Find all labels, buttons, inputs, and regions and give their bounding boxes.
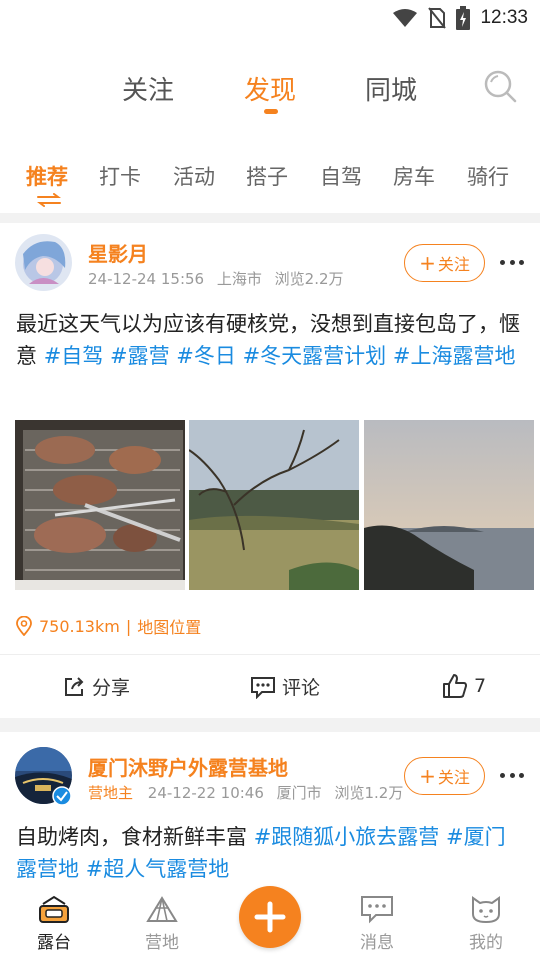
follow-label: 关注 <box>437 255 470 274</box>
follow-button[interactable]: + 关注 <box>404 244 485 282</box>
terrace-icon <box>39 895 69 923</box>
post-meta: 营地主 24-12-22 10:46 厦门市 浏览1.2万 <box>88 782 403 803</box>
author-name[interactable]: 厦门沐野户外露营基地 <box>88 752 288 781</box>
status-bar: 12:33 <box>0 0 540 36</box>
comment-icon <box>251 676 275 699</box>
sea-sunset-photo[interactable] <box>364 420 534 590</box>
tab-same-city[interactable]: 同城 <box>365 70 417 107</box>
bottom-nav: 露台 营地 消息 我的 <box>0 884 540 960</box>
thumbs-up-icon <box>443 674 467 698</box>
more-options-icon[interactable] <box>500 770 524 780</box>
map-link[interactable]: 地图位置 <box>137 614 201 638</box>
share-button[interactable]: 分享 <box>62 673 130 700</box>
post-time: 24-12-24 15:56 <box>88 270 205 288</box>
hashtag[interactable]: #冬日 <box>176 344 236 368</box>
wifi-icon <box>393 9 418 27</box>
share-label: 分享 <box>92 677 131 699</box>
nav-label: 消息 <box>360 933 394 953</box>
location-row[interactable]: 750.13km | 地图位置 <box>15 614 201 638</box>
active-tab-indicator <box>264 109 278 114</box>
nav-campsite[interactable]: 营地 <box>132 894 192 953</box>
subtab-checkin[interactable]: 打卡 <box>99 161 141 191</box>
post-text: 自助烤肉，食材新鲜丰富 #跟随狐小旅去露营 #厦门露营地 #超人气露营地 <box>16 825 506 881</box>
post-meta: 24-12-24 15:56 上海市 浏览2.2万 <box>88 268 344 289</box>
subtab-rv[interactable]: 房车 <box>393 161 435 191</box>
more-options-icon[interactable] <box>500 257 524 267</box>
hashtag[interactable]: #露营 <box>110 344 170 368</box>
avatar[interactable] <box>15 234 72 291</box>
post-views: 浏览1.2万 <box>334 784 404 802</box>
like-button[interactable]: 7 <box>442 673 486 699</box>
section-divider <box>0 718 540 732</box>
post-views: 浏览2.2万 <box>274 270 344 288</box>
grassland-tree-photo[interactable] <box>189 420 359 590</box>
post-text: 最近这天气以为应该有硬核党，没想到直接包岛了，惬意 #自驾 #露营 #冬日 #冬… <box>16 312 520 368</box>
follow-button[interactable]: + 关注 <box>404 757 485 795</box>
post-actions: 分享 评论 7 <box>0 654 540 718</box>
comment-button[interactable]: 评论 <box>250 673 320 700</box>
category-tab-bar: 推荐 打卡 活动 搭子 自驾 房车 骑行 <box>0 155 540 207</box>
comment-label: 评论 <box>282 677 321 699</box>
subtab-self-drive[interactable]: 自驾 <box>320 161 362 191</box>
follow-label: 关注 <box>437 768 470 787</box>
no-sim-icon <box>428 7 447 29</box>
author-name[interactable]: 星影月 <box>88 238 148 267</box>
nav-label: 露台 <box>37 933 71 953</box>
message-icon <box>361 896 393 924</box>
distance: 750.13km <box>39 616 120 636</box>
hashtag[interactable]: #冬天露营计划 <box>243 344 387 368</box>
publish-button[interactable] <box>239 886 301 948</box>
tab-discover[interactable]: 发现 <box>244 70 296 107</box>
status-time: 12:33 <box>480 7 528 28</box>
plus-icon <box>254 901 286 933</box>
like-count: 7 <box>474 675 487 697</box>
search-icon[interactable] <box>482 68 518 104</box>
subtab-partner[interactable]: 搭子 <box>246 161 288 191</box>
subtab-activity[interactable]: 活动 <box>173 161 215 191</box>
role-badge: 营地主 <box>88 784 134 802</box>
nav-profile[interactable]: 我的 <box>456 894 516 953</box>
subtab-cycling[interactable]: 骑行 <box>467 161 509 191</box>
tab-follow[interactable]: 关注 <box>122 70 174 107</box>
nav-label: 营地 <box>145 933 179 953</box>
hashtag[interactable]: #跟随狐小旅去露营 <box>254 825 440 849</box>
verified-badge-icon <box>52 786 72 806</box>
battery-charging-icon <box>456 6 471 30</box>
plus-icon: + <box>419 764 436 788</box>
plus-icon: + <box>419 251 436 275</box>
location-pin-icon <box>16 616 32 636</box>
share-icon <box>65 676 84 696</box>
subtab-recommend[interactable]: 推荐 <box>26 161 68 191</box>
nav-messages[interactable]: 消息 <box>347 894 407 953</box>
nav-terrace[interactable]: 露台 <box>24 894 84 953</box>
hashtag[interactable]: #自驾 <box>44 344 104 368</box>
photo-grid <box>15 420 535 590</box>
post-time: 24-12-22 10:46 <box>147 784 264 802</box>
post-city: 厦门市 <box>276 784 322 802</box>
separator: | <box>125 616 132 636</box>
post-city: 上海市 <box>216 270 262 288</box>
tent-icon <box>146 896 178 922</box>
cat-profile-icon <box>472 896 500 924</box>
bbq-lamb-chops-photo[interactable] <box>15 420 185 590</box>
swap-arrows-icon <box>37 193 61 207</box>
hashtag[interactable]: #超人气露营地 <box>86 857 230 881</box>
section-divider <box>0 213 540 223</box>
nav-label: 我的 <box>469 933 503 953</box>
top-tab-bar: 关注 发现 同城 <box>0 60 540 120</box>
hashtag[interactable]: #上海露营地 <box>393 344 516 368</box>
